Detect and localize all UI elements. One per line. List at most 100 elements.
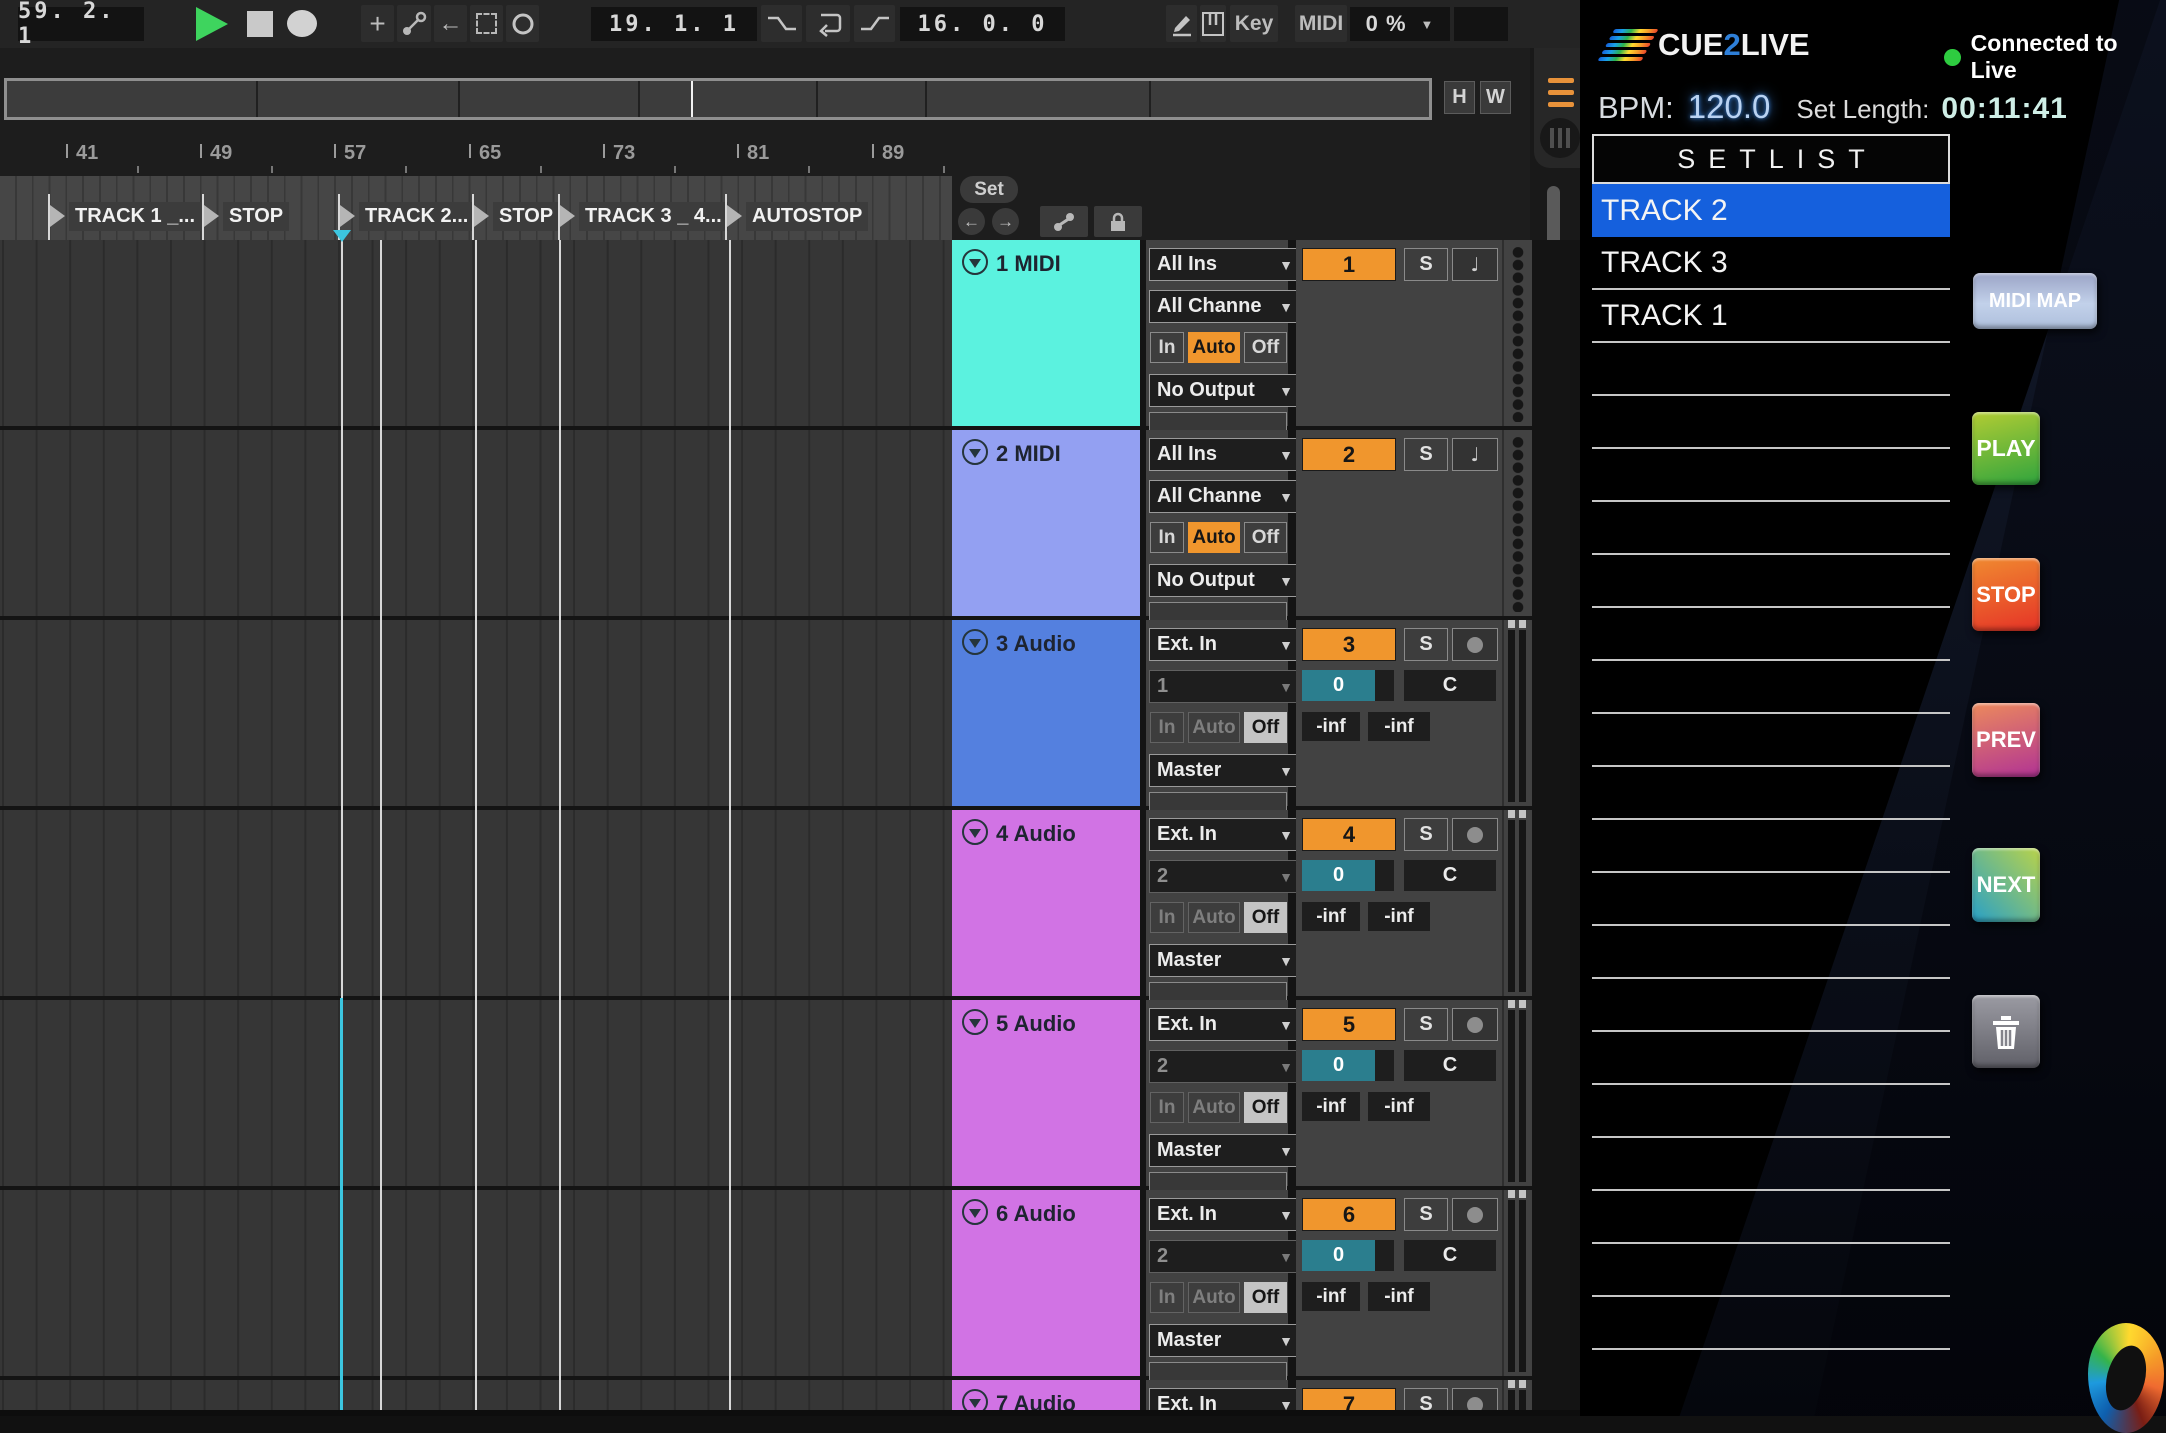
solo-button[interactable]: S <box>1404 1198 1448 1231</box>
track-channel-dropdown[interactable]: All Channe▼ <box>1149 480 1301 513</box>
track-header[interactable]: 1 MIDI <box>952 240 1140 426</box>
peak-level-left[interactable]: -inf <box>1302 902 1360 931</box>
monitor-auto-button[interactable]: Auto <box>1188 332 1240 363</box>
new-button[interactable]: + <box>361 5 394 42</box>
monitor-auto-button[interactable]: Auto <box>1188 902 1240 933</box>
track-output-dropdown[interactable]: No Output▼ <box>1149 564 1301 597</box>
track-activator-button[interactable]: 6 <box>1302 1198 1396 1231</box>
locator-flag[interactable]: STOP <box>472 194 559 238</box>
peak-level-left[interactable]: -inf <box>1302 712 1360 741</box>
track-header[interactable]: 6 Audio <box>952 1190 1140 1376</box>
track-input-dropdown[interactable]: Ext. In▼ <box>1149 818 1301 851</box>
monitor-in-button[interactable]: In <box>1150 1092 1184 1123</box>
draw-selection-button[interactable] <box>470 5 503 42</box>
key-map-button[interactable]: Key <box>1230 5 1278 42</box>
play-button[interactable] <box>196 7 228 41</box>
loop-start-display[interactable]: 19. 1. 1 <box>591 7 757 41</box>
peak-level-left[interactable]: -inf <box>1302 1282 1360 1311</box>
track-activator-button[interactable]: 3 <box>1302 628 1396 661</box>
track-output-dropdown[interactable]: No Output▼ <box>1149 374 1301 407</box>
arrangement-grid-cell[interactable] <box>0 1190 952 1376</box>
arrangement-overview[interactable] <box>4 78 1432 120</box>
prev-button[interactable]: PREV <box>1972 703 2040 777</box>
volume-slider[interactable]: 0 <box>1302 1240 1394 1271</box>
setlist-item[interactable]: TRACK 1 <box>1592 290 1950 343</box>
next-locator-button[interactable]: → <box>992 208 1019 235</box>
pan-knob[interactable]: C <box>1404 860 1496 891</box>
track-input-dropdown[interactable]: Ext. In▼ <box>1149 1008 1301 1041</box>
track-output-dropdown[interactable]: Master▼ <box>1149 1324 1301 1357</box>
track-channel-dropdown[interactable]: 1▼ <box>1149 670 1301 703</box>
track-fold-button[interactable] <box>962 1009 988 1035</box>
loop-length-display[interactable]: 16. 0. 0 <box>900 7 1065 41</box>
solo-button[interactable]: S <box>1404 438 1448 471</box>
arrangement-grid-cell[interactable] <box>0 1000 952 1186</box>
monitor-auto-button[interactable]: Auto <box>1188 1092 1240 1123</box>
solo-button[interactable]: S <box>1404 818 1448 851</box>
track-header[interactable]: 3 Audio <box>952 620 1140 806</box>
monitor-auto-button[interactable]: Auto <box>1188 1282 1240 1313</box>
midi-map-button[interactable]: MIDI MAP <box>1973 273 2097 329</box>
monitor-off-button[interactable]: Off <box>1244 712 1287 743</box>
record-button[interactable] <box>287 10 317 37</box>
track-fold-button[interactable] <box>962 1199 988 1225</box>
track-fold-button[interactable] <box>962 249 988 275</box>
arrangement-grid-cell[interactable] <box>0 620 952 806</box>
loop-button[interactable] <box>806 5 850 42</box>
volume-slider[interactable]: 0 <box>1302 670 1394 701</box>
stop-button-cue2live[interactable]: STOP <box>1972 558 2040 631</box>
track-fold-button[interactable] <box>962 439 988 465</box>
track-fold-button[interactable] <box>962 629 988 655</box>
play-button-cue2live[interactable]: PLAY <box>1972 412 2040 485</box>
track-activator-button[interactable]: 4 <box>1302 818 1396 851</box>
arrangement-position-display[interactable]: 59. 2. 1 <box>18 7 144 41</box>
arrangement-grid-cell[interactable] <box>0 240 952 426</box>
volume-slider[interactable]: 0 <box>1302 860 1394 891</box>
locator-flag[interactable]: STOP <box>202 194 289 238</box>
solo-button[interactable]: S <box>1404 248 1448 281</box>
track-output-dropdown[interactable]: Master▼ <box>1149 754 1301 787</box>
solo-button[interactable]: S <box>1404 628 1448 661</box>
track-header[interactable]: 4 Audio <box>952 810 1140 996</box>
track-channel-dropdown[interactable]: 2▼ <box>1149 1050 1301 1083</box>
follow-button[interactable] <box>506 5 539 42</box>
monitor-off-button[interactable]: Off <box>1244 522 1287 553</box>
optimize-height-button[interactable]: H <box>1444 81 1475 114</box>
draw-mode-button[interactable] <box>1166 5 1197 42</box>
monitor-off-button[interactable]: Off <box>1244 332 1287 363</box>
locator-flag[interactable]: TRACK 1 _... <box>48 194 201 238</box>
stop-button[interactable] <box>247 11 273 37</box>
track-header[interactable]: 5 Audio <box>952 1000 1140 1186</box>
monitor-auto-button[interactable]: Auto <box>1188 712 1240 743</box>
arm-record-button[interactable] <box>1452 1198 1498 1231</box>
overview-toggle-icon[interactable] <box>1548 78 1574 83</box>
track-channel-dropdown[interactable]: 2▼ <box>1149 860 1301 893</box>
pan-knob[interactable]: C <box>1404 670 1496 701</box>
track-output-dropdown[interactable]: Master▼ <box>1149 944 1301 977</box>
arm-record-button[interactable] <box>1452 818 1498 851</box>
setlist-item[interactable]: TRACK 2 <box>1592 184 1950 237</box>
arm-record-button[interactable]: ♩ <box>1452 438 1498 471</box>
punch-in-button[interactable] <box>761 5 802 42</box>
track-input-dropdown[interactable]: Ext. In▼ <box>1149 1198 1301 1231</box>
arrangement-grid-cell[interactable] <box>0 430 952 616</box>
track-channel-dropdown[interactable]: 2▼ <box>1149 1240 1301 1273</box>
peak-level-right[interactable]: -inf <box>1368 902 1430 931</box>
track-activator-button[interactable]: 2 <box>1302 438 1396 471</box>
mixer-sections-toggle[interactable] <box>1540 118 1580 158</box>
computer-midi-keyboard-button[interactable] <box>1200 5 1226 42</box>
monitor-in-button[interactable]: In <box>1150 332 1184 363</box>
automation-mode-button[interactable] <box>397 5 431 42</box>
solo-button[interactable]: S <box>1404 1008 1448 1041</box>
peak-level-right[interactable]: -inf <box>1368 712 1430 741</box>
monitor-in-button[interactable]: In <box>1150 522 1184 553</box>
beat-time-ruler[interactable]: 41495765738189 <box>0 140 952 176</box>
prev-locator-button[interactable]: ← <box>958 208 985 235</box>
peak-level-right[interactable]: -inf <box>1368 1282 1430 1311</box>
peak-level-right[interactable]: -inf <box>1368 1092 1430 1121</box>
back-to-arrangement-button[interactable]: ← <box>434 5 467 42</box>
next-button[interactable]: NEXT <box>1972 848 2040 922</box>
locator-flag[interactable]: TRACK 3 _ 4... <box>558 194 728 238</box>
monitor-auto-button[interactable]: Auto <box>1188 522 1240 553</box>
arm-record-button[interactable] <box>1452 628 1498 661</box>
